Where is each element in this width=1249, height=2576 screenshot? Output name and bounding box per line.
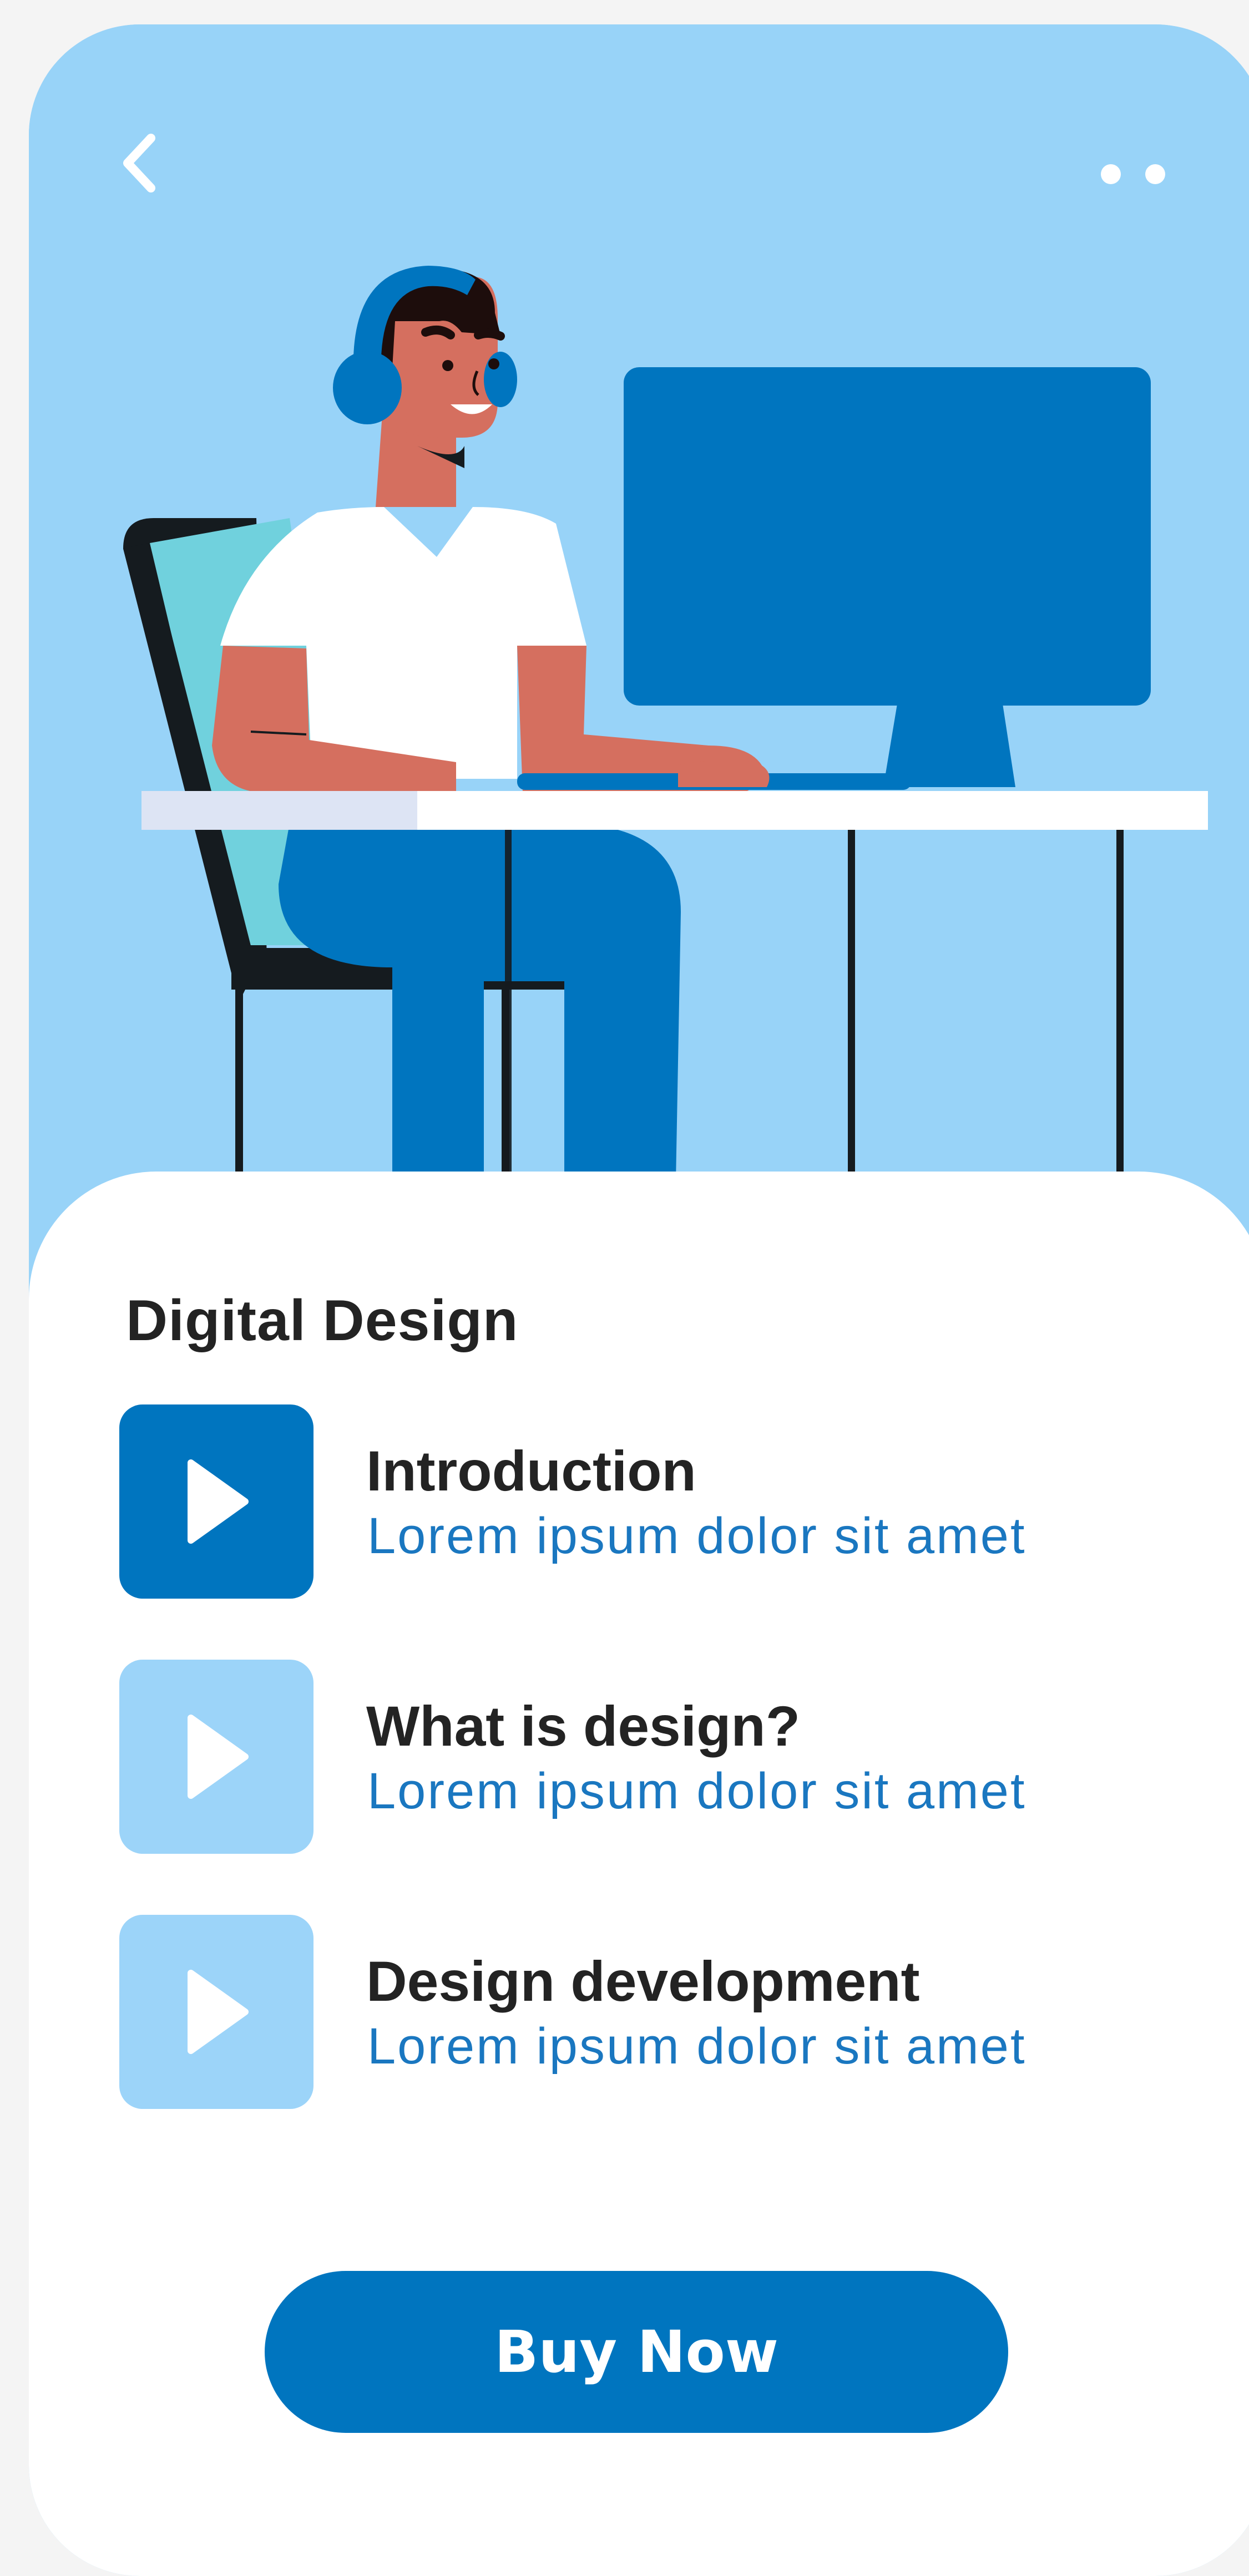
- more-options-button[interactable]: [1083, 152, 1183, 196]
- hero-illustration: [29, 24, 1249, 1211]
- lesson-title: What is design?: [366, 1695, 801, 1758]
- back-button[interactable]: [101, 124, 179, 202]
- more-dots-icon: [1101, 164, 1165, 184]
- lesson-item-what-is-design[interactable]: What is design? Lorem ipsum dolor sit am…: [119, 1660, 1229, 1854]
- course-details-sheet: Digital Design Introduction Lorem ipsum …: [29, 1172, 1249, 2576]
- lesson-item-introduction[interactable]: Introduction Lorem ipsum dolor sit amet: [119, 1404, 1229, 1599]
- lesson-title: Introduction: [366, 1439, 696, 1503]
- play-icon: [188, 1970, 249, 2054]
- lesson-subtitle: Lorem ipsum dolor sit amet: [367, 2018, 1026, 2075]
- person-at-desk-illustration: [29, 24, 1249, 1211]
- lesson-subtitle: Lorem ipsum dolor sit amet: [367, 1508, 1026, 1564]
- lesson-subtitle: Lorem ipsum dolor sit amet: [367, 1763, 1026, 1819]
- play-icon: [188, 1715, 249, 1799]
- buy-now-button[interactable]: Buy Now: [265, 2271, 1008, 2433]
- course-title: Digital Design: [126, 1289, 519, 1353]
- lesson-thumbnail[interactable]: [119, 1915, 313, 2109]
- chevron-left-icon: [123, 134, 155, 192]
- lesson-thumbnail[interactable]: [119, 1660, 313, 1854]
- play-icon: [188, 1459, 249, 1544]
- lesson-list: Introduction Lorem ipsum dolor sit amet …: [119, 1404, 1229, 2109]
- phone-screen: Digital Design Introduction Lorem ipsum …: [29, 24, 1249, 2576]
- lesson-thumbnail[interactable]: [119, 1404, 313, 1599]
- lesson-title: Design development: [366, 1950, 920, 2013]
- lesson-item-design-development[interactable]: Design development Lorem ipsum dolor sit…: [119, 1915, 1229, 2109]
